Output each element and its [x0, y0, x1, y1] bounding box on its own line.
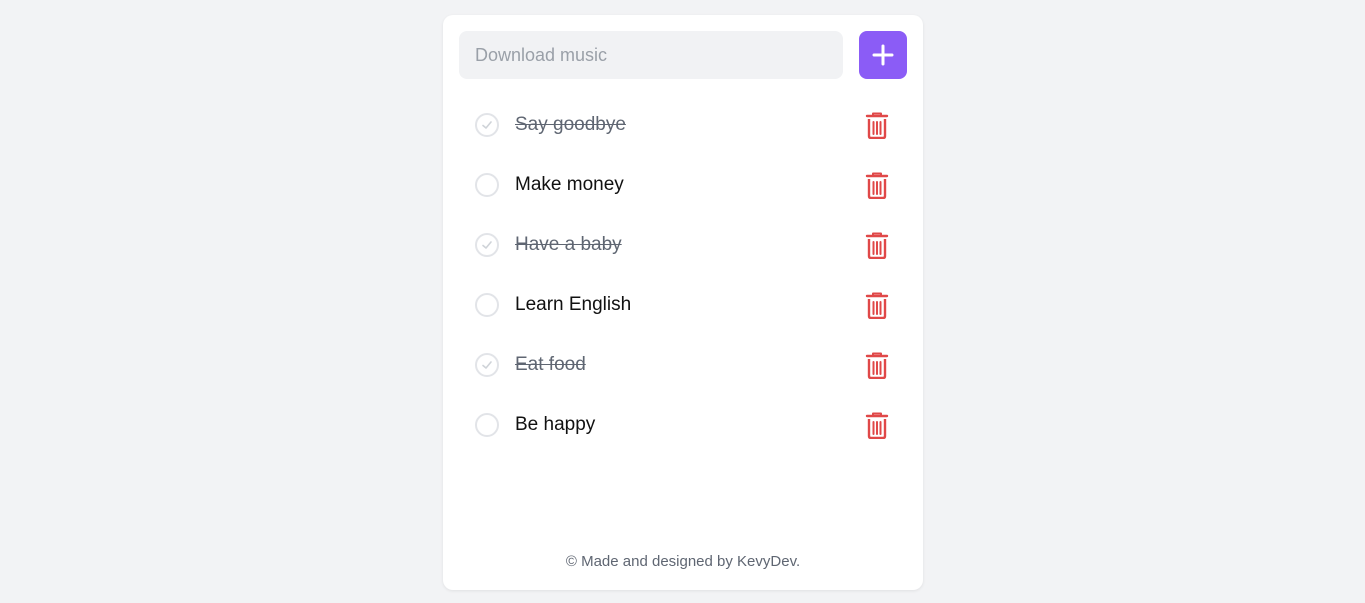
trash-icon — [865, 112, 889, 139]
delete-task-button[interactable] — [863, 351, 891, 379]
add-task-button[interactable] — [859, 31, 907, 79]
plus-icon — [872, 44, 894, 66]
todo-card: Say goodbye Make money Have a baby Learn… — [443, 15, 923, 590]
trash-icon — [865, 412, 889, 439]
footer-credit: © Made and designed by KevyDev. — [565, 553, 801, 570]
delete-task-button[interactable] — [863, 231, 891, 259]
task-item: Be happy — [459, 395, 907, 455]
task-item: Say goodbye — [459, 95, 907, 155]
trash-icon — [865, 172, 889, 199]
task-text: Make money — [515, 174, 624, 195]
task-input[interactable] — [459, 31, 843, 79]
task-item: Make money — [459, 155, 907, 215]
task-text: Say goodbye — [515, 114, 626, 135]
task-text: Eat food — [515, 354, 586, 375]
task-item: Learn English — [459, 275, 907, 335]
task-checkbox[interactable] — [475, 293, 499, 317]
delete-task-button[interactable] — [863, 111, 891, 139]
trash-icon — [865, 352, 889, 379]
task-item: Eat food — [459, 335, 907, 395]
task-checkbox[interactable] — [475, 233, 499, 257]
check-icon — [482, 361, 492, 369]
task-text: Be happy — [515, 414, 596, 435]
check-icon — [482, 121, 492, 129]
delete-task-button[interactable] — [863, 411, 891, 439]
task-checkbox[interactable] — [475, 353, 499, 377]
task-list: Say goodbye Make money Have a baby Learn… — [459, 95, 907, 455]
task-checkbox[interactable] — [475, 173, 499, 197]
task-item: Have a baby — [459, 215, 907, 275]
task-checkbox[interactable] — [475, 413, 499, 437]
task-text: Have a baby — [515, 234, 622, 255]
check-icon — [482, 241, 492, 249]
add-task-row — [459, 31, 907, 79]
task-checkbox[interactable] — [475, 113, 499, 137]
delete-task-button[interactable] — [863, 291, 891, 319]
trash-icon — [865, 232, 889, 259]
delete-task-button[interactable] — [863, 171, 891, 199]
task-text: Learn English — [515, 294, 632, 315]
trash-icon — [865, 292, 889, 319]
